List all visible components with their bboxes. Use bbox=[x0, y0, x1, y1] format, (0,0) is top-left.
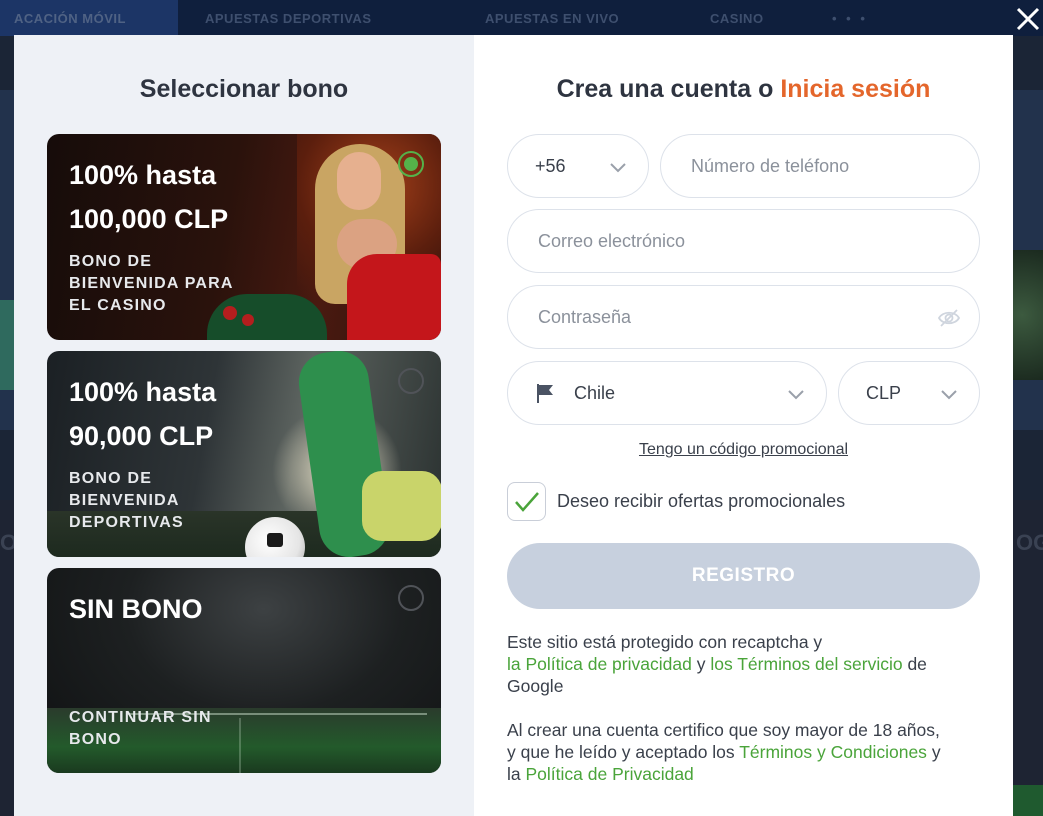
bonus-radio[interactable] bbox=[398, 368, 424, 394]
player-boot bbox=[362, 471, 441, 541]
promo-code-link[interactable]: Tengo un código promocional bbox=[474, 441, 1013, 459]
chevron-down-icon bbox=[608, 157, 628, 177]
background-nav: ACACIÓN MÓVIL APUESTAS DEPORTIVAS APUEST… bbox=[0, 0, 1043, 36]
background-nav-tab: • • • bbox=[832, 10, 868, 26]
offers-checkbox-label: Deseo recibir ofertas promocionales bbox=[557, 491, 846, 511]
bonus-card-subtitle: BIENVENIDA PARA bbox=[69, 275, 234, 292]
bonus-card-title: 100% hasta bbox=[69, 377, 217, 407]
register-button[interactable]: REGISTRO bbox=[507, 543, 980, 609]
country-value: Chile bbox=[574, 382, 616, 403]
privacy-policy-link[interactable]: la Política de privacidad bbox=[507, 654, 692, 674]
background-nav-tab: ACACIÓN MÓVIL bbox=[0, 0, 178, 36]
privacy-policy-link-2[interactable]: Política de Privacidad bbox=[526, 764, 694, 784]
legal-text: Este sitio está protegido con recaptcha … bbox=[507, 632, 823, 652]
background-green-block bbox=[1013, 785, 1043, 816]
background-right-image bbox=[1013, 250, 1043, 380]
background-nav-tab: APUESTAS EN VIVO bbox=[485, 10, 620, 26]
background-nav-tab: CASINO bbox=[710, 10, 764, 26]
flag-icon bbox=[537, 384, 553, 403]
terms-of-service-link[interactable]: los Términos del servicio bbox=[710, 654, 902, 674]
bonus-card-subtitle: BIENVENIDA bbox=[69, 492, 180, 509]
bonus-card-subtitle: DEPORTIVAS bbox=[69, 514, 184, 531]
bonus-card-title: 100% hasta bbox=[69, 160, 217, 190]
registration-modal: Seleccionar bono 100% hasta 100,000 CLP … bbox=[14, 35, 1013, 816]
checkmark-icon bbox=[515, 492, 539, 512]
bonus-card-sports[interactable]: 100% hasta 90,000 CLP BONO DE BIENVENIDA… bbox=[47, 351, 441, 557]
field-line bbox=[239, 718, 241, 773]
legal-text: de bbox=[907, 654, 927, 674]
phone-input[interactable]: Número de teléfono bbox=[660, 134, 980, 198]
form-title: Crea una cuenta o Inicia sesión bbox=[474, 75, 1013, 104]
currency-value: CLP bbox=[866, 382, 902, 403]
bonus-card-amount: 90,000 CLP bbox=[69, 421, 214, 451]
currency-select[interactable]: CLP bbox=[838, 361, 980, 425]
login-link[interactable]: Inicia sesión bbox=[780, 75, 930, 103]
offers-checkbox[interactable] bbox=[507, 482, 546, 521]
phone-placeholder: Número de teléfono bbox=[691, 155, 850, 176]
bonus-card-casino[interactable]: 100% hasta 100,000 CLP BONO DE BIENVENID… bbox=[47, 134, 441, 340]
woman-face bbox=[337, 152, 381, 210]
bonus-card-subtitle: BONO DE bbox=[69, 470, 153, 487]
legal-text: y bbox=[696, 654, 706, 674]
bonus-card-subtitle: EL CASINO bbox=[69, 297, 167, 314]
legal-text: y que he leído y aceptado los bbox=[507, 742, 735, 762]
bonus-panel: Seleccionar bono 100% hasta 100,000 CLP … bbox=[14, 35, 474, 816]
casino-chip bbox=[242, 314, 254, 326]
bonus-card-title: SIN BONO bbox=[69, 594, 203, 624]
casino-chip bbox=[223, 306, 237, 320]
bonus-card-subtitle: BONO bbox=[69, 731, 122, 748]
bonus-card-no-bonus[interactable]: SIN BONO CONTINUAR SIN BONO bbox=[47, 568, 441, 773]
background-left-image bbox=[0, 300, 14, 390]
email-placeholder: Correo electrónico bbox=[538, 230, 686, 251]
recaptcha-notice: Este sitio está protegido con recaptcha … bbox=[507, 631, 987, 697]
background-right-text: OG bbox=[1016, 530, 1043, 555]
eye-off-icon[interactable] bbox=[937, 307, 961, 329]
woman-dress bbox=[347, 254, 441, 340]
terms-conditions-link[interactable]: Términos y Condiciones bbox=[739, 742, 927, 762]
bonus-card-amount: 100,000 CLP bbox=[69, 204, 229, 234]
password-input[interactable]: Contraseña bbox=[507, 285, 980, 349]
bonus-radio-selected[interactable] bbox=[398, 151, 424, 177]
close-icon bbox=[1016, 7, 1040, 31]
close-button[interactable] bbox=[1013, 4, 1043, 34]
chevron-down-icon bbox=[786, 384, 806, 404]
background-nav-tab: APUESTAS DEPORTIVAS bbox=[205, 10, 372, 26]
age-notice: Al crear una cuenta certifico que soy ma… bbox=[507, 719, 987, 785]
country-select[interactable]: Chile bbox=[507, 361, 827, 425]
bonus-card-subtitle: CONTINUAR SIN bbox=[69, 709, 212, 726]
bonus-panel-title: Seleccionar bono bbox=[139, 75, 349, 103]
password-placeholder: Contraseña bbox=[538, 306, 632, 327]
bonus-card-subtitle: BONO DE bbox=[69, 253, 153, 270]
legal-text: Al crear una cuenta certifico que soy ma… bbox=[507, 720, 940, 740]
phone-code-value: +56 bbox=[535, 155, 566, 176]
legal-text: la bbox=[507, 764, 521, 784]
phone-code-select[interactable]: +56 bbox=[507, 134, 649, 198]
email-input[interactable]: Correo electrónico bbox=[507, 209, 980, 273]
legal-text: y bbox=[931, 742, 941, 762]
form-title-text: Crea una cuenta o bbox=[556, 75, 774, 103]
bonus-radio[interactable] bbox=[398, 585, 424, 611]
legal-text: Google bbox=[507, 676, 564, 696]
chevron-down-icon bbox=[939, 384, 959, 404]
